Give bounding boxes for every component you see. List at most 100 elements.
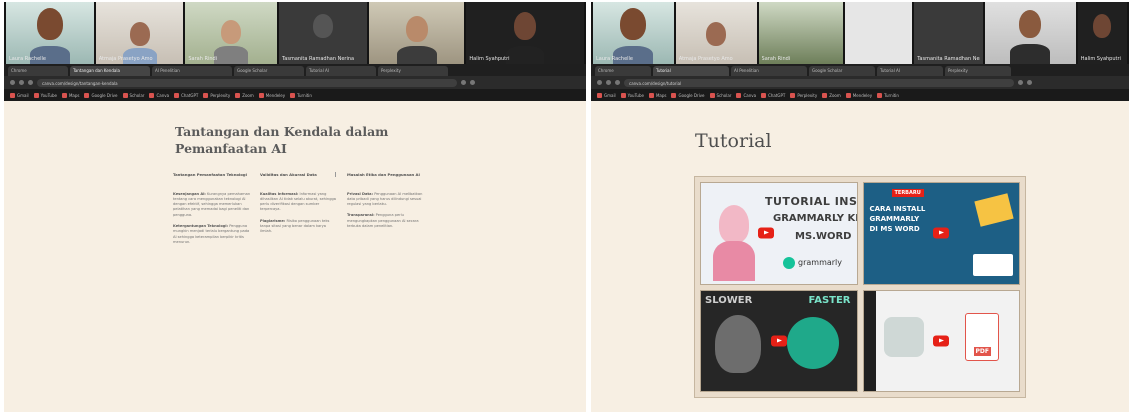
bookmark-icon — [149, 92, 155, 98]
back-icon[interactable] — [597, 80, 602, 85]
paragraph-subheading: Transparansi: — [347, 213, 375, 218]
bookmark[interactable]: Gmail — [10, 92, 29, 98]
forward-icon[interactable] — [19, 80, 24, 85]
bookmark[interactable]: Turnitin — [290, 92, 312, 98]
bookmark[interactable]: Zoom — [235, 92, 254, 98]
extensions-icon[interactable] — [1018, 80, 1023, 85]
slide-column: Masalah Etika dan Penggunaan AI Privasi … — [347, 172, 425, 235]
bookmark[interactable]: Mendeley — [258, 92, 286, 98]
participant-tile[interactable]: Sarah Rindi — [185, 2, 278, 64]
bookmark-icon — [845, 92, 851, 98]
back-icon[interactable] — [10, 80, 15, 85]
reload-icon[interactable] — [28, 80, 33, 85]
bookmark[interactable]: Gmail — [597, 92, 616, 98]
bookmark-label: ChatGPT — [768, 92, 786, 98]
bookmark[interactable]: YouTube — [33, 92, 57, 98]
bookmark[interactable]: ChatGPT — [174, 92, 198, 98]
bookmark-icon — [84, 92, 90, 98]
video-thumbnail-grammarly[interactable]: TUTORIAL INSTALL GRAMMARLY KE MS.WORD gr… — [700, 182, 858, 285]
paragraph-subheading: Plagiarisme: — [260, 218, 286, 223]
bookmarks-bar: Gmail YouTube Maps Google Drive Scholar … — [591, 89, 1129, 101]
browser-tab[interactable]: Google Scholar — [234, 66, 304, 76]
bookmark[interactable]: Scholar — [122, 92, 145, 98]
bookmark[interactable]: Scholar — [709, 92, 731, 98]
youtube-play-icon[interactable] — [758, 227, 775, 239]
extensions-icon[interactable] — [461, 80, 466, 85]
browser-tab[interactable]: Tutorial AI — [306, 66, 376, 76]
bookmark-label: Scholar — [129, 92, 145, 98]
presenter-figure — [713, 241, 755, 281]
bookmark[interactable]: Mendeley — [845, 92, 873, 98]
video-title-line: TUTORIAL INSTALL — [765, 195, 858, 208]
youtube-play-icon[interactable] — [933, 227, 950, 239]
participant-tile[interactable]: Atmaja Prasetyo Amo — [95, 2, 184, 64]
bookmark[interactable]: Google Drive — [671, 92, 705, 98]
url-field[interactable]: canva.com/design/tantangan-kendala — [37, 78, 457, 87]
bookmark[interactable]: Google Drive — [84, 92, 118, 98]
active-speaker-tile[interactable] — [368, 2, 465, 64]
browser-tab[interactable]: Google Scholar — [809, 66, 875, 76]
bookmark-icon — [822, 92, 828, 98]
column-paragraph: Kualitas Informasi: Informasi yang dihas… — [260, 192, 338, 213]
column-paragraph: Kesenjangan AI: Kurangnya pemahaman tent… — [173, 192, 251, 218]
bookmark[interactable]: Turnitin — [877, 92, 899, 98]
video-thumbnail-chatgpt[interactable]: SLOWER FASTER — [700, 289, 858, 392]
bookmark[interactable]: Maps — [648, 92, 667, 98]
video-thumbnail-install[interactable]: TERBARU CARA INSTALL GRAMMARLY DI MS WOR… — [862, 182, 1020, 285]
bookmark-icon — [33, 92, 39, 98]
browser-tab[interactable]: AI Penelitian — [731, 66, 807, 76]
participant-name: Sarah Rindi — [761, 56, 791, 62]
bookmark[interactable]: Perplexity — [203, 92, 230, 98]
profile-icon[interactable] — [470, 80, 475, 85]
bookmark-label: Mendeley — [265, 92, 286, 98]
bookmark[interactable]: Maps — [61, 92, 79, 98]
browser-tab[interactable]: AI Penelitian — [152, 66, 232, 76]
chatgpt-logo-icon — [883, 316, 924, 357]
bookmark-label: Google Drive — [678, 92, 705, 98]
bookmark[interactable]: Perplexity — [790, 92, 817, 98]
active-speaker-tile[interactable] — [985, 2, 1076, 64]
youtube-play-icon[interactable] — [933, 335, 950, 347]
participant-tile[interactable]: Tasmanita Ramadhan Nerina — [279, 2, 367, 64]
slide-column: Validitas dan Akurasi Data Kualitas Info… — [260, 172, 338, 241]
participant-name: Sarah Rindi — [188, 56, 218, 62]
participant-strip: Laura Rachelle Atmaja Prasetyo Amo Sarah… — [591, 2, 1129, 64]
bookmark-icon — [761, 92, 767, 98]
participant-name: Tasmanita Ramadhan Nerina — [917, 56, 980, 62]
bookmark[interactable]: Canva — [736, 92, 756, 98]
bookmark-label: Mendeley — [852, 92, 873, 98]
browser-tab-active[interactable]: Tantangan dan Kendala — [70, 66, 150, 76]
profile-icon[interactable] — [1027, 80, 1032, 85]
bookmark-icon — [290, 92, 296, 98]
participant-tile[interactable]: Sarah Rindi — [758, 2, 844, 64]
paragraph-subheading: Ketergantungan Teknologi: — [173, 223, 229, 228]
bookmark[interactable]: ChatGPT — [761, 92, 785, 98]
bookmark-label: YouTube — [40, 92, 57, 98]
participant-tile[interactable]: Halim Syahputri — [466, 2, 584, 64]
participant-tile[interactable]: Atmaja Prasetyo Amo — [675, 2, 757, 64]
browser-tab[interactable]: Perplexity — [945, 66, 1011, 76]
bookmark-label: Maps — [655, 92, 667, 98]
browser-tab[interactable]: Chrome — [8, 66, 68, 76]
column-paragraph: Transparansi: Pengguna perlu mengungkapk… — [347, 213, 425, 229]
forward-icon[interactable] — [606, 80, 611, 85]
bookmark[interactable]: Canva — [149, 92, 169, 98]
participant-tile[interactable]: Laura Rachelle — [6, 2, 94, 64]
browser-tab[interactable]: Chrome — [595, 66, 651, 76]
video-title-line: GRAMMARLY — [869, 215, 920, 223]
participant-tile[interactable]: Halim Syahputri — [1077, 2, 1127, 64]
url-field[interactable]: canva.com/design/tutorial — [624, 78, 1014, 87]
browser-tab[interactable]: Tutorial AI — [877, 66, 943, 76]
reload-icon[interactable] — [615, 80, 620, 85]
browser-tab[interactable]: Perplexity — [378, 66, 448, 76]
participant-tile[interactable]: Tasmanita Ramadhan Nerina — [914, 2, 984, 64]
bookmark[interactable]: Zoom — [822, 92, 841, 98]
video-thumbnail-pdf[interactable]: PDF — [862, 289, 1020, 392]
participant-tile[interactable]: Laura Rachelle — [593, 2, 674, 64]
column-heading: Masalah Etika dan Penggunaan AI — [347, 172, 420, 177]
youtube-play-icon[interactable] — [770, 335, 787, 347]
participant-name: Laura Rachelle — [9, 56, 47, 62]
bookmark[interactable]: YouTube — [620, 92, 644, 98]
participant-tile[interactable] — [845, 2, 913, 64]
browser-tab-active[interactable]: Tutorial — [653, 66, 729, 76]
